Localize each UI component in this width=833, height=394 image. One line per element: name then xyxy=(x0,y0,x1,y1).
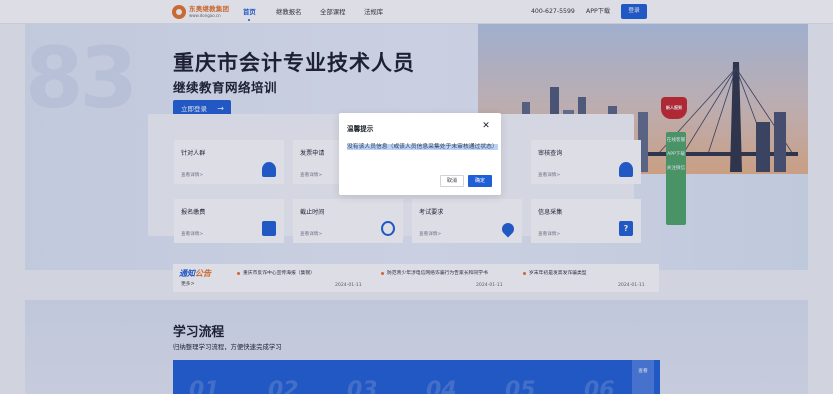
tip-dialog: 温馨提示 ✕ 没有该人员信息（或该人员信息采集处于未审核通过状态） 取消 确定 xyxy=(339,113,501,195)
confirm-button[interactable]: 确定 xyxy=(468,175,492,187)
cancel-button[interactable]: 取消 xyxy=(440,175,464,187)
modal-overlay[interactable] xyxy=(0,0,833,394)
dialog-message-container: 没有该人员信息（或该人员信息采集处于未审核通过状态） xyxy=(347,143,498,152)
dialog-title: 温馨提示 xyxy=(347,125,374,133)
dialog-message: 没有该人员信息（或该人员信息采集处于未审核通过状态） xyxy=(347,144,498,150)
close-icon[interactable]: ✕ xyxy=(481,121,491,131)
